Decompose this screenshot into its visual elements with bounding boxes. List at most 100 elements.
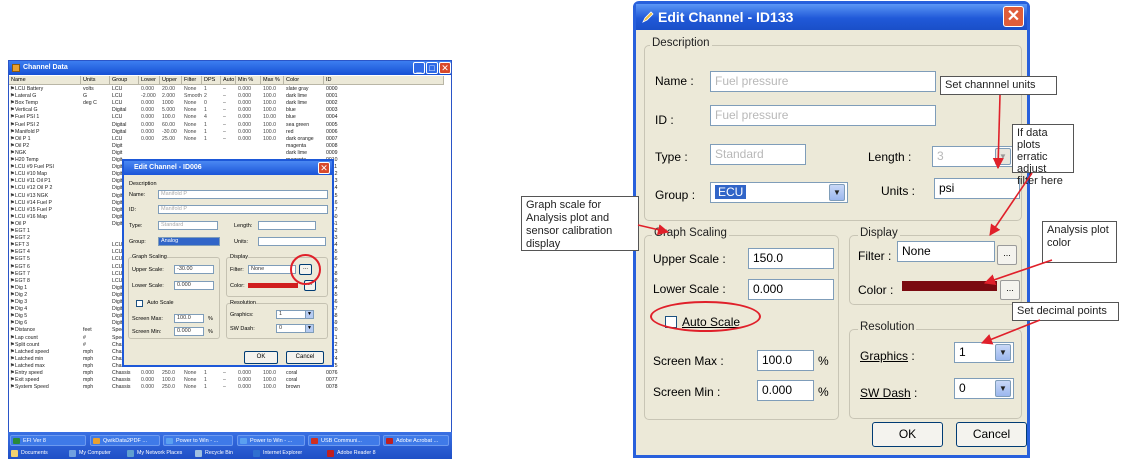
table-cell: LCU #16 Map <box>15 213 48 220</box>
type-input[interactable]: Standard <box>158 221 218 230</box>
units-input[interactable]: psi <box>934 178 1020 199</box>
table-row[interactable]: ⚑ Fuel PSI 2 Digital 0.000 60.00 None 1–0.000 1… <box>9 122 449 129</box>
column-header[interactable]: Name <box>9 76 81 85</box>
length-input[interactable] <box>258 221 316 230</box>
channel-data-titlebar[interactable]: Channel Data <box>9 61 451 75</box>
quick-launch-item[interactable]: My Network Places <box>126 449 182 458</box>
id-input[interactable]: Manifold P <box>158 205 328 214</box>
column-header[interactable]: Group <box>110 76 139 85</box>
type-input[interactable]: Standard <box>710 144 806 165</box>
table-row[interactable]: ⚑ Box Temp deg C LCU 0.000 1000 None 0–0.000 100… <box>9 100 449 107</box>
name-input[interactable]: Manifold P <box>158 190 328 199</box>
table-row[interactable]: ⚑ Fuel PSI 1 LCU 0.000 100.0 None 4–0.000 10.00… <box>9 114 449 121</box>
column-header[interactable]: Auto <box>221 76 236 85</box>
chevron-down-icon[interactable]: ▼ <box>305 311 313 318</box>
column-header[interactable]: ID <box>324 76 444 85</box>
table-row[interactable]: ⚑ Exit speed mph Chassis 0.000 100.0 None 1–0.0… <box>9 377 449 384</box>
chevron-down-icon[interactable]: ▼ <box>995 148 1011 165</box>
column-header[interactable]: DPS <box>202 76 221 85</box>
chevron-down-icon[interactable]: ▼ <box>305 325 313 332</box>
table-cell: Entry speed <box>15 370 43 376</box>
cancel-button[interactable]: Cancel <box>956 422 1027 447</box>
cancel-button[interactable]: Cancel <box>286 351 324 364</box>
quick-launch-item[interactable]: Adobe Reader 8 <box>326 449 376 458</box>
column-header[interactable]: Upper <box>160 76 182 85</box>
column-header[interactable]: Min % <box>236 76 261 85</box>
table-cell: Dig 4 <box>15 306 28 313</box>
table-cell: 100.0 <box>162 377 175 384</box>
filter-input[interactable]: None <box>248 265 296 274</box>
upper-scale-input[interactable]: -30.00 <box>174 265 214 274</box>
graphics-label: Graphics : <box>860 349 915 363</box>
table-cell: 0.000 <box>238 114 251 121</box>
taskbar-button[interactable]: USB Communi... <box>308 435 380 446</box>
table-cell: 1 <box>204 121 207 128</box>
group-select[interactable]: ECU <box>710 182 848 203</box>
group-select[interactable]: Analog <box>158 237 220 246</box>
table-cell <box>81 207 110 214</box>
description-legend: Description <box>129 181 157 187</box>
auto-scale-checkbox[interactable] <box>136 300 143 307</box>
column-header[interactable]: Filter <box>182 76 202 85</box>
table-cell <box>81 122 110 129</box>
table-row[interactable]: ⚑ Manifold P Digital 0.000 -30.00 None 1–0.000… <box>9 129 449 136</box>
table-row[interactable]: ⚑ Entry speed mph Chassis 0.000 250.0 None 1–0.… <box>9 370 449 377</box>
table-row[interactable]: ⚑ LCU Battery volts LCU 0.000 20.00 None 1–0.00… <box>9 86 449 93</box>
table-cell: 2 <box>204 93 207 100</box>
close-button[interactable]: ✕ <box>1003 6 1024 27</box>
ok-button[interactable]: OK <box>244 351 278 364</box>
screen-max-input[interactable]: 100.0 <box>757 350 814 371</box>
table-row[interactable]: ⚑ System Speed mph Chassis 0.000 250.0 None 1–0… <box>9 384 449 391</box>
taskbar-button[interactable]: Adobe Acrobat ... <box>383 435 449 446</box>
lower-scale-input[interactable]: 0.000 <box>748 279 834 300</box>
minimize-button[interactable]: _ <box>413 62 425 74</box>
color-browse-button[interactable]: ... <box>1000 280 1020 300</box>
table-cell: 0057 <box>324 264 444 271</box>
table-cell: Dig 6 <box>15 320 28 327</box>
screen-min-input[interactable]: 0.000 <box>174 327 204 336</box>
filter-input[interactable]: None <box>897 241 995 262</box>
close-button[interactable]: ✕ <box>439 62 451 74</box>
quick-launch-item[interactable]: Recycle Bin <box>194 449 233 458</box>
quick-launch-item[interactable]: Internet Explorer <box>252 449 302 458</box>
taskbar-button[interactable]: Power to Win - ... <box>163 435 233 446</box>
column-header[interactable]: Lower <box>139 76 160 85</box>
quick-launch-item[interactable]: Documents <box>10 449 48 458</box>
description-legend: Description <box>650 37 712 49</box>
column-header[interactable]: Units <box>81 76 110 85</box>
units-input[interactable] <box>258 237 326 246</box>
chevron-down-icon[interactable]: ▼ <box>829 184 845 201</box>
taskbar-button[interactable]: Power to Win - ... <box>237 435 305 446</box>
table-row[interactable]: ⚑ Oil P 1 LCU 0.000 25.00 None 1–0.000 100.0 dar… <box>9 136 449 143</box>
filter-browse-button[interactable]: ... <box>997 245 1017 265</box>
close-button[interactable]: ✕ <box>318 162 330 174</box>
column-header[interactable]: Color <box>284 76 324 85</box>
lower-scale-input[interactable]: 0.000 <box>174 281 214 290</box>
table-row[interactable]: ⚑ NGK Digit dark lime 0009 <box>9 150 449 157</box>
ok-button[interactable]: OK <box>872 422 943 447</box>
dialog-titlebar[interactable]: Edit Channel - ID006 <box>124 161 332 175</box>
table-cell: Dig 3 <box>15 299 28 305</box>
table-cell: blue <box>286 107 296 114</box>
table-row[interactable]: ⚑ Oil P2 Digit magenta 0008 <box>9 143 449 150</box>
taskbar-button[interactable]: EFI Ver 8 <box>10 435 86 446</box>
table-cell <box>81 249 110 256</box>
table-cell: 0001 <box>326 93 338 100</box>
color-swatch <box>902 281 997 291</box>
maximize-button[interactable]: □ <box>426 62 438 74</box>
chevron-down-icon[interactable]: ▼ <box>995 380 1011 397</box>
table-row[interactable]: ⚑ Vertical G Digital 0.000 5.000 None 1–0.000 1… <box>9 107 449 114</box>
quick-launch-item[interactable]: My Computer <box>68 449 111 458</box>
column-header[interactable]: Max % <box>261 76 284 85</box>
table-cell: 0054 <box>324 242 444 249</box>
dialog-titlebar[interactable]: Edit Channel - ID133 <box>636 4 1027 30</box>
id-input[interactable]: Fuel pressure <box>710 105 936 126</box>
table-cell: 0076 <box>326 370 338 376</box>
name-input[interactable]: Fuel pressure <box>710 71 936 92</box>
table-row[interactable]: ⚑ Lateral G G LCU -2.000 2.000 Smooth 2–0.000 10… <box>9 93 449 100</box>
screen-max-input[interactable]: 100.0 <box>174 314 204 323</box>
screen-min-input[interactable]: 0.000 <box>757 380 814 401</box>
taskbar-button[interactable]: QwikData2PDF ... <box>90 435 160 446</box>
upper-scale-input[interactable]: 150.0 <box>748 248 834 269</box>
chevron-down-icon[interactable]: ▼ <box>995 344 1011 361</box>
